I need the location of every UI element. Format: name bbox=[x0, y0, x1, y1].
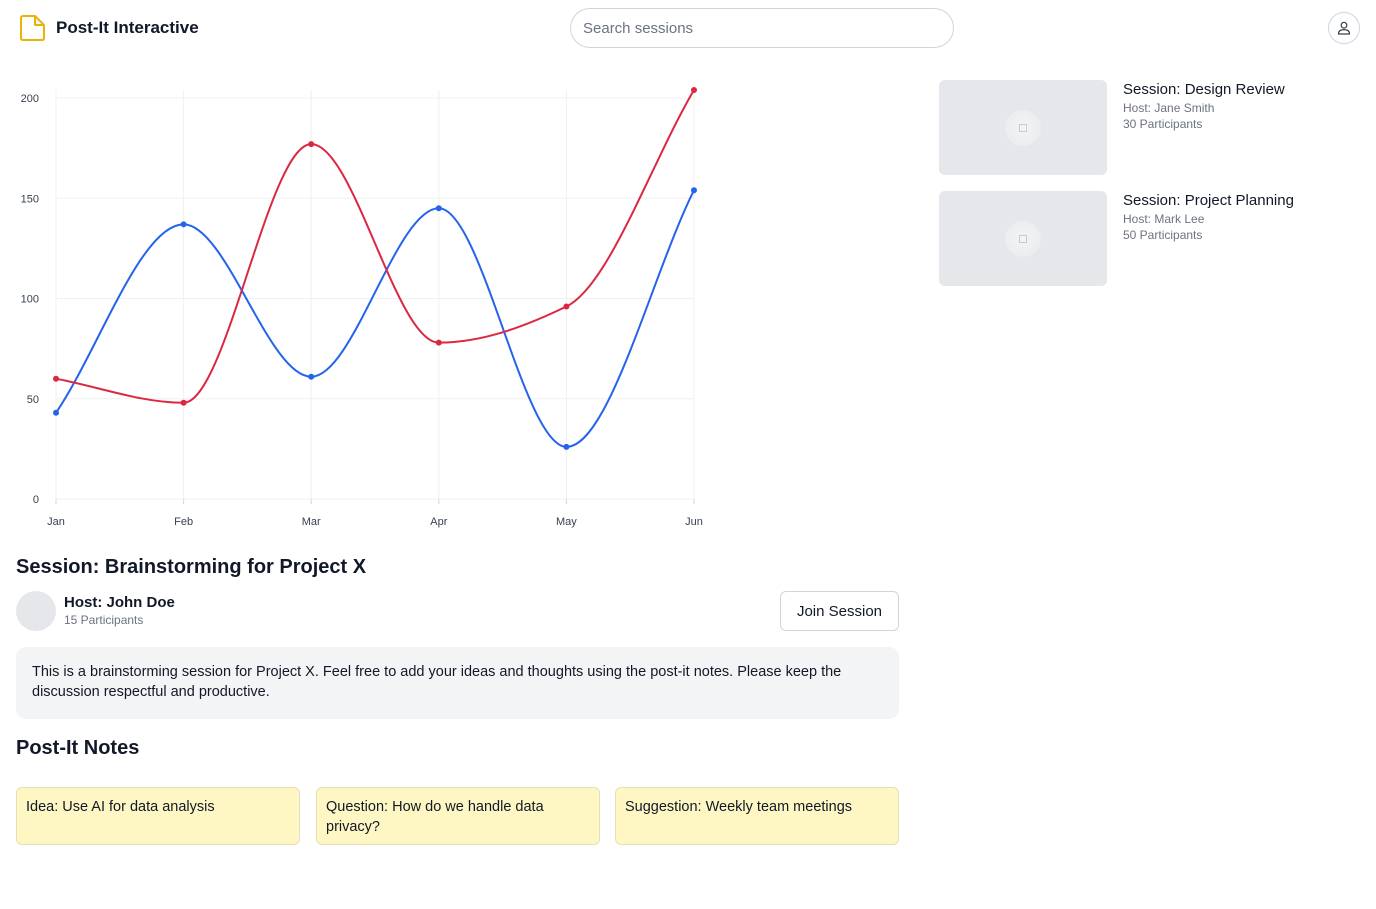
data-point bbox=[180, 399, 187, 406]
join-session-button[interactable]: Join Session bbox=[780, 591, 899, 631]
app-title: Post-It Interactive bbox=[56, 18, 199, 37]
host-name: Host: John Doe bbox=[64, 594, 175, 611]
x-tick-label: Apr bbox=[430, 516, 447, 528]
user-icon bbox=[1337, 21, 1351, 35]
image-icon bbox=[1019, 234, 1027, 243]
y-tick-label: 0 bbox=[33, 494, 39, 506]
notes-heading: Post-It Notes bbox=[16, 737, 140, 759]
data-point bbox=[53, 375, 59, 382]
y-tick-label: 50 bbox=[27, 394, 39, 406]
related-session-card[interactable]: Session: Design Review Host: Jane Smith … bbox=[939, 80, 1359, 176]
related-session-host: Host: Jane Smith bbox=[1123, 101, 1215, 115]
post-it-note[interactable]: Idea: Use AI for data analysis bbox=[16, 787, 300, 845]
avatar bbox=[16, 591, 56, 631]
data-point bbox=[53, 409, 59, 416]
y-tick-label: 100 bbox=[21, 294, 39, 306]
related-session-title[interactable]: Session: Design Review bbox=[1123, 81, 1285, 98]
x-tick-label: Jun bbox=[685, 516, 703, 528]
user-menu-button[interactable] bbox=[1328, 12, 1360, 44]
data-point bbox=[435, 339, 442, 346]
app-header: Post-It Interactive bbox=[0, 0, 1376, 56]
search-input[interactable] bbox=[570, 8, 954, 48]
y-tick-label: 200 bbox=[21, 93, 39, 105]
data-point bbox=[563, 303, 570, 310]
related-session-card[interactable]: Session: Project Planning Host: Mark Lee… bbox=[939, 191, 1359, 287]
sticky-note-icon[interactable] bbox=[18, 14, 46, 42]
x-tick-label: Mar bbox=[302, 516, 321, 528]
x-tick-label: Jan bbox=[47, 516, 65, 528]
post-it-note[interactable]: Question: How do we handle data privacy? bbox=[316, 787, 600, 845]
data-point bbox=[691, 86, 697, 93]
session-thumbnail bbox=[939, 80, 1107, 175]
data-point bbox=[435, 205, 442, 212]
related-session-participants: 50 Participants bbox=[1123, 228, 1203, 242]
related-session-host: Host: Mark Lee bbox=[1123, 212, 1205, 226]
session-title: Session: Brainstorming for Project X bbox=[16, 556, 367, 578]
line-chart: 0 50 100 150 200 Jan Feb Mar Apr May Jun bbox=[21, 86, 703, 528]
data-point bbox=[308, 141, 315, 148]
data-point bbox=[563, 443, 570, 450]
data-point bbox=[180, 221, 187, 228]
session-thumbnail bbox=[939, 191, 1107, 286]
y-tick-label: 150 bbox=[21, 193, 39, 205]
series-line-1 bbox=[55, 189, 695, 448]
x-tick-label: May bbox=[556, 516, 577, 528]
data-point bbox=[308, 373, 315, 380]
session-description: This is a brainstorming session for Proj… bbox=[16, 647, 899, 719]
related-session-participants: 30 Participants bbox=[1123, 117, 1203, 131]
x-tick-label: Feb bbox=[174, 516, 193, 528]
related-session-title[interactable]: Session: Project Planning bbox=[1123, 192, 1294, 209]
post-it-note[interactable]: Suggestion: Weekly team meetings bbox=[615, 787, 899, 845]
participant-count: 15 Participants bbox=[64, 613, 144, 627]
data-point bbox=[691, 187, 697, 194]
image-icon bbox=[1019, 123, 1027, 132]
